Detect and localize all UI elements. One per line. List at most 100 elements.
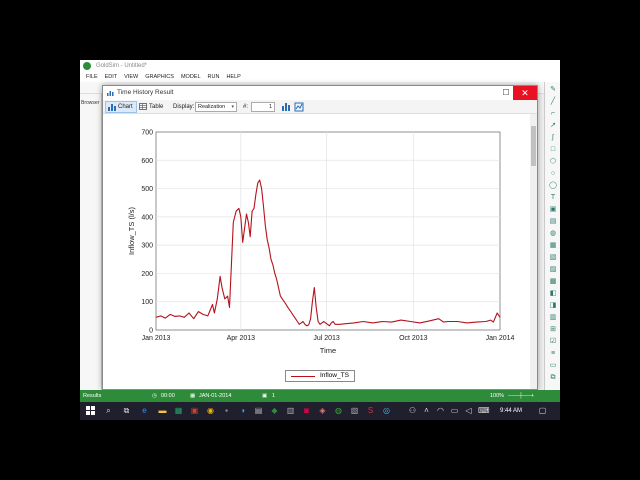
realization-number-input[interactable]: 1	[251, 102, 275, 112]
globe-icon[interactable]: ◍	[549, 230, 557, 237]
x-tick-label: Jan 2014	[486, 335, 515, 342]
windows-taskbar: ⌕ ⧉ e ▬ ▦ ▣ ◉ ▪ ◑ ▤ ◆ ▥ ◙ ◈ ◍ ▧ S ◎ ⚇ ˄ …	[80, 402, 560, 420]
calculator-icon[interactable]: ▤	[254, 406, 263, 415]
y-tick-label: 600	[141, 158, 153, 165]
line-tool-icon[interactable]: ╱	[549, 98, 557, 105]
chrome-icon[interactable]: ◉	[206, 406, 215, 415]
curve-tool-icon[interactable]: ∫	[549, 134, 557, 141]
display-mode-value: Realization	[198, 104, 226, 110]
status-bar: Results ◷ 00:00 ▦ JAN-01-2014 ▣ 1 100% −…	[80, 390, 560, 402]
people-icon[interactable]: ⚇	[408, 406, 417, 415]
status-date: JAN-01-2014	[199, 393, 232, 399]
app-icon-7[interactable]: ▧	[350, 406, 359, 415]
x-tick-label: Apr 2013	[227, 335, 256, 342]
task-view-icon[interactable]: ⧉	[122, 406, 131, 415]
text-tool-icon[interactable]: T	[549, 194, 557, 201]
goldsim-logo-icon	[83, 62, 91, 70]
app-icon-3[interactable]: ▥	[286, 406, 295, 415]
scrollbar-thumb[interactable]	[531, 126, 536, 166]
menu-model[interactable]: MODEL	[181, 72, 201, 82]
notification-icon[interactable]: ▢	[538, 406, 547, 415]
menu-graphics[interactable]: GRAPHICS	[145, 72, 174, 82]
x-tick-label: Jul 2013	[313, 335, 340, 342]
event-icon[interactable]: ◧	[549, 290, 557, 297]
zoom-slider[interactable]: −──┼──+	[508, 390, 534, 402]
dashboard-icon[interactable]: ▭	[549, 362, 557, 369]
y-tick-label: 300	[141, 243, 153, 250]
app-icon-1[interactable]: ▪	[222, 406, 231, 415]
search-icon[interactable]: ⌕	[104, 406, 113, 415]
chart-properties-icon[interactable]	[281, 102, 291, 112]
circle-tool-icon[interactable]: ◯	[549, 182, 557, 189]
time-history-result-dialog: Time History Result ☐ ✕ Chart Table Disp…	[102, 85, 538, 390]
battery-icon[interactable]: ▭	[450, 406, 459, 415]
app-icon-9[interactable]: ◎	[382, 406, 391, 415]
menu-edit[interactable]: EDIT	[105, 72, 118, 82]
realization-number-label: #:	[243, 104, 249, 110]
file-explorer-icon[interactable]: ▬	[158, 406, 167, 415]
edge-browser-icon[interactable]: e	[140, 406, 149, 415]
windows-start-icon[interactable]	[86, 406, 95, 415]
x-axis-label: Time	[320, 346, 336, 355]
menu-view[interactable]: VIEW	[124, 72, 138, 82]
legend-line-swatch	[291, 376, 315, 377]
checkbox-element-icon[interactable]: ☑	[549, 338, 557, 345]
maximize-button[interactable]: ☐	[499, 86, 513, 100]
keyboard-icon[interactable]: ⌨	[478, 406, 490, 415]
y-tick-label: 400	[141, 214, 153, 221]
app-icon-4[interactable]: ◙	[302, 406, 311, 415]
menu-file[interactable]: FILE	[86, 72, 98, 82]
ellipse-tool-icon[interactable]: ○	[549, 170, 557, 177]
menu-help[interactable]: HELP	[226, 72, 240, 82]
delay-icon[interactable]: ◨	[549, 302, 557, 309]
data-element-icon[interactable]: ▦	[549, 242, 557, 249]
browser-panel: Browser	[80, 94, 102, 390]
menu-bar: FILE EDIT VIEW GRAPHICS MODEL RUN HELP	[80, 72, 560, 82]
app-icon-5[interactable]: ◈	[318, 406, 327, 415]
display-mode-select[interactable]: Realization ▾	[195, 102, 237, 112]
expression-icon[interactable]: ▧	[549, 254, 557, 261]
status-mode: Results	[83, 393, 102, 399]
polyline-tool-icon[interactable]: ⌐	[549, 110, 557, 117]
excel-icon[interactable]: ▦	[174, 406, 183, 415]
lookup-table-icon[interactable]: ⊞	[549, 326, 557, 333]
taskbar-clock[interactable]: 9:44 AM	[500, 402, 522, 420]
network-icon[interactable]: ◠	[436, 406, 445, 415]
arrow-tool-icon[interactable]: ↗	[549, 122, 557, 129]
stock-icon[interactable]: ▨	[549, 266, 557, 273]
y-tick-label: 100	[141, 299, 153, 306]
status-zoom: 100%	[490, 393, 505, 399]
chart-style-icon[interactable]	[294, 102, 304, 112]
script-icon[interactable]: ≡	[549, 350, 557, 357]
chart-legend: Inflow_TS	[285, 370, 355, 382]
x-tick-label: Jan 2013	[142, 335, 171, 342]
close-button[interactable]: ✕	[513, 86, 537, 100]
goldsim-taskbar-icon[interactable]: ◆	[270, 406, 279, 415]
volume-icon[interactable]: ◁	[464, 406, 473, 415]
plot-frame	[155, 131, 501, 331]
result-toolbar: Chart Table Display: Realization ▾ #: 1	[103, 100, 537, 114]
dialog-title-bar[interactable]: Time History Result	[103, 86, 537, 100]
container-icon[interactable]: ▤	[549, 218, 557, 225]
menu-run[interactable]: RUN	[208, 72, 220, 82]
image-tool-icon[interactable]: ▣	[549, 206, 557, 213]
rectangle-tool-icon[interactable]: □	[549, 146, 557, 153]
powerpoint-icon[interactable]: ▣	[190, 406, 199, 415]
table-view-button[interactable]: Table	[137, 101, 166, 113]
app-title-bar: GoldSim - Untitled*	[80, 60, 560, 72]
status-elapsed-time: 00:00	[161, 393, 175, 399]
dialog-vertical-scrollbar[interactable]	[530, 114, 537, 389]
y-tick-label: 700	[141, 130, 153, 137]
pencil-icon[interactable]: ✎	[549, 86, 557, 93]
result-icon[interactable]: ▥	[549, 314, 557, 321]
function-icon[interactable]: ▩	[549, 278, 557, 285]
element-palette: ✎ ╱ ⌐ ↗ ∫ □ ⬡ ○ ◯ T ▣ ▤ ◍ ▦ ▧ ▨ ▩ ◧ ◨ ▥ …	[544, 82, 560, 390]
chevron-up-icon[interactable]: ˄	[422, 406, 431, 415]
app-icon-8[interactable]: S	[366, 406, 375, 415]
app-icon-2[interactable]: ◑	[238, 406, 247, 415]
chart-view-button[interactable]: Chart	[105, 101, 137, 113]
y-tick-label: 500	[141, 186, 153, 193]
app-icon-6[interactable]: ◍	[334, 406, 343, 415]
submodel-icon[interactable]: ⧉	[549, 374, 557, 381]
polygon-tool-icon[interactable]: ⬡	[549, 158, 557, 165]
